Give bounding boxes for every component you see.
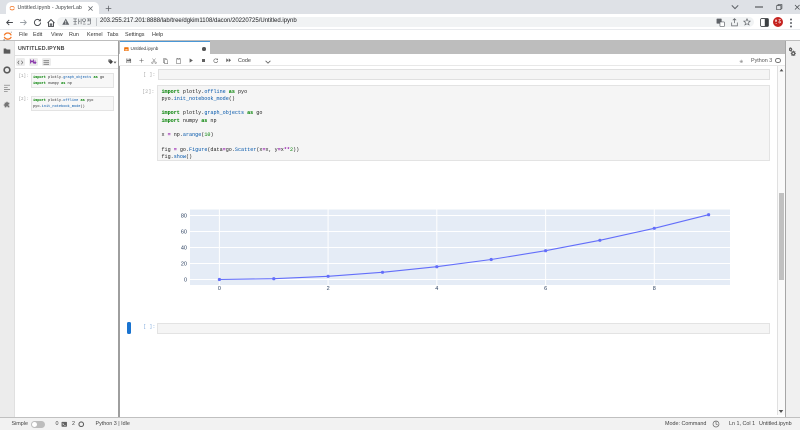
svg-text:0: 0 [184, 277, 187, 283]
svg-text:4: 4 [435, 286, 438, 292]
svg-text:6: 6 [544, 286, 547, 292]
svg-text:80: 80 [181, 213, 187, 219]
svg-text:0: 0 [218, 286, 221, 292]
svg-text:8: 8 [653, 286, 656, 292]
svg-text:20: 20 [181, 261, 187, 267]
svg-text:40: 40 [181, 245, 187, 251]
svg-text:60: 60 [181, 229, 187, 235]
svg-text:2: 2 [327, 286, 330, 292]
